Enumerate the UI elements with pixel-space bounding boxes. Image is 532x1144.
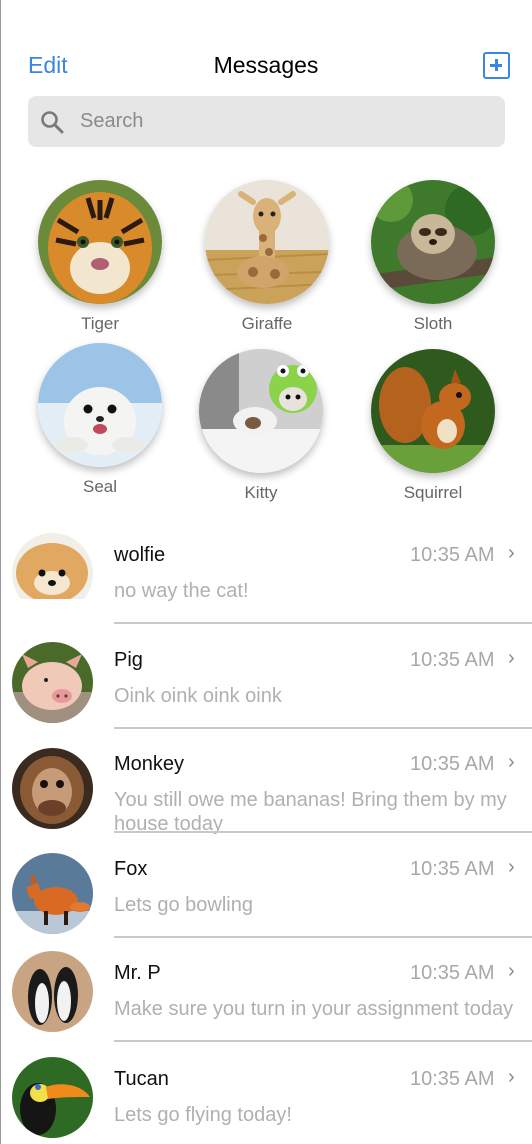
chevron-right-icon: › bbox=[508, 751, 515, 773]
compose-plus-icon[interactable] bbox=[483, 52, 510, 79]
pig-avatar bbox=[12, 642, 93, 723]
conversation-pig[interactable]: Pig 10:35 AM › Oink oink oink oink bbox=[0, 638, 532, 742]
favorite-kitty[interactable]: Kitty bbox=[191, 349, 331, 503]
contact-name: Fox bbox=[114, 858, 148, 880]
search-input[interactable] bbox=[80, 96, 490, 147]
message-preview: Make sure you turn in your assignment to… bbox=[114, 998, 514, 1020]
favorite-name: Giraffe bbox=[241, 314, 293, 333]
tiger-avatar bbox=[38, 180, 162, 304]
conversation-tucan[interactable]: Tucan 10:35 AM › Lets go flying today! bbox=[0, 1057, 532, 1144]
contact-name: Pig bbox=[114, 649, 143, 671]
conversation-fox[interactable]: Fox 10:35 AM › Lets go bowling bbox=[0, 847, 532, 951]
contact-name: wolfie bbox=[114, 544, 166, 566]
message-time: 10:35 AM bbox=[410, 544, 495, 566]
contact-name: Mr. P bbox=[114, 962, 161, 984]
message-time: 10:35 AM bbox=[410, 649, 495, 671]
sloth-avatar bbox=[371, 180, 495, 304]
message-preview: no way the cat! bbox=[114, 580, 249, 602]
wolfie-avatar bbox=[12, 533, 93, 614]
message-time: 10:35 AM bbox=[410, 753, 495, 775]
conversation-monkey[interactable]: Monkey 10:35 AM › You still owe me banan… bbox=[0, 742, 532, 846]
row-divider bbox=[114, 622, 532, 624]
conversation-wolfie[interactable]: wolfie 10:35 AM › no way the cat! bbox=[0, 533, 532, 637]
favorite-name: Tiger bbox=[80, 314, 120, 333]
search-icon bbox=[41, 111, 64, 134]
row-divider bbox=[114, 1040, 532, 1042]
monkey-avatar bbox=[12, 748, 93, 829]
message-time: 10:35 AM bbox=[410, 1068, 495, 1090]
search-bar[interactable] bbox=[28, 96, 505, 147]
favorite-name: Kitty bbox=[244, 483, 278, 502]
row-divider bbox=[114, 936, 532, 938]
message-preview: Oink oink oink oink bbox=[114, 685, 282, 707]
page-title: Messages bbox=[213, 52, 319, 78]
row-divider bbox=[114, 727, 532, 729]
favorite-squirrel[interactable]: Squirrel bbox=[363, 349, 503, 503]
row-divider bbox=[114, 831, 532, 833]
toucan-avatar bbox=[12, 1057, 93, 1138]
squirrel-avatar bbox=[371, 349, 495, 473]
favorite-tiger[interactable]: Tiger bbox=[30, 180, 170, 334]
seal-avatar bbox=[38, 343, 162, 467]
message-preview: You still owe me bananas! Bring them by … bbox=[114, 789, 507, 835]
favorite-seal[interactable]: Seal bbox=[30, 343, 170, 497]
fox-avatar bbox=[12, 853, 93, 934]
contact-name: Monkey bbox=[114, 753, 185, 775]
giraffe-avatar bbox=[205, 180, 329, 304]
penguin-avatar bbox=[12, 951, 93, 1032]
message-preview: Lets go bowling bbox=[114, 894, 253, 916]
message-time: 10:35 AM bbox=[410, 962, 495, 984]
conversation-mr-p[interactable]: Mr. P 10:35 AM › Make sure you turn in y… bbox=[0, 951, 532, 1055]
favorite-name: Sloth bbox=[413, 314, 453, 333]
chevron-right-icon: › bbox=[508, 1066, 515, 1088]
kitty-avatar bbox=[199, 349, 323, 473]
chevron-right-icon: › bbox=[508, 542, 515, 564]
chevron-right-icon: › bbox=[508, 647, 515, 669]
chevron-right-icon: › bbox=[508, 960, 515, 982]
chevron-right-icon: › bbox=[508, 856, 515, 878]
contact-name: Tucan bbox=[114, 1068, 169, 1090]
message-time: 10:35 AM bbox=[410, 858, 495, 880]
favorite-name: Squirrel bbox=[403, 483, 463, 502]
favorite-giraffe[interactable]: Giraffe bbox=[197, 180, 337, 334]
edit-button[interactable]: Edit bbox=[28, 52, 68, 79]
favorite-sloth[interactable]: Sloth bbox=[363, 180, 503, 334]
nav-header: Messages Edit bbox=[0, 0, 532, 92]
message-preview: Lets go flying today! bbox=[114, 1104, 292, 1126]
favorite-name: Seal bbox=[82, 477, 118, 496]
